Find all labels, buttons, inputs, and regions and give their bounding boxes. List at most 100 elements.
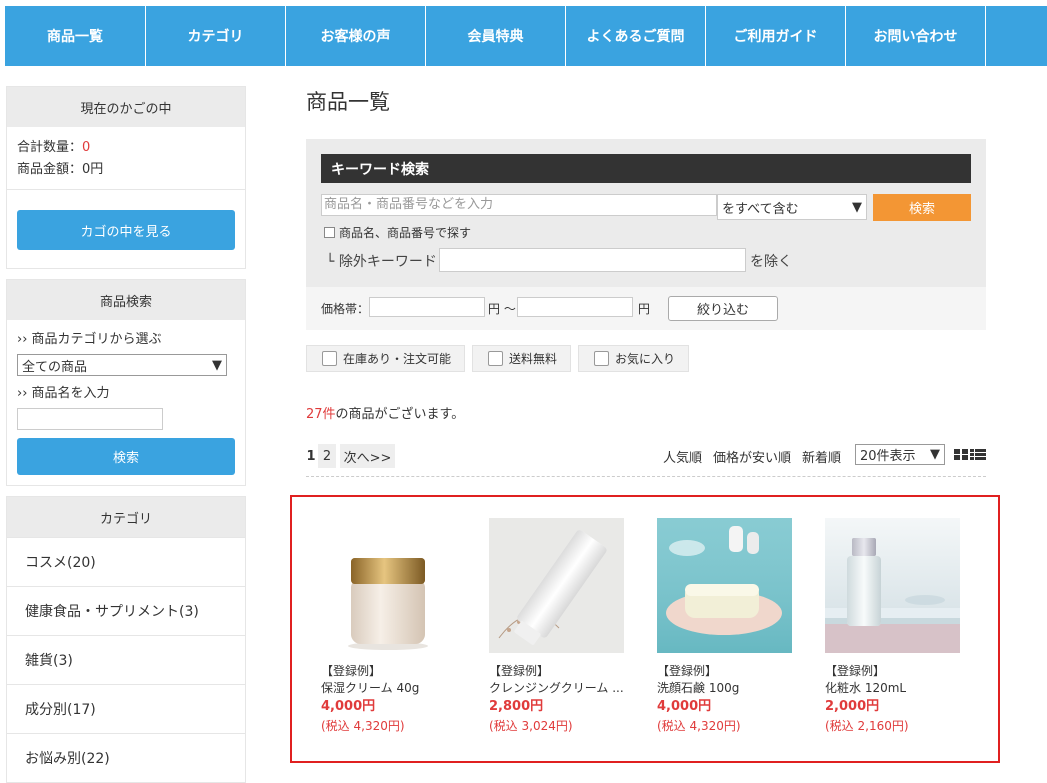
list-view-icon[interactable] [970,449,986,460]
dropdown-arrow-icon: ▼ [930,447,940,462]
product-tax-price: (税込 3,024円) [489,719,573,733]
sort-newest[interactable]: 新着順 [802,447,841,466]
product-price: 2,800円 [489,699,544,714]
sort-popular[interactable]: 人気順 [663,447,702,466]
cart-qty-value: 0 [82,140,91,155]
nav-item-guide[interactable]: ご利用ガイド [706,6,846,66]
filter-apply-button[interactable]: 絞り込む [668,296,778,321]
sort-price-low[interactable]: 価格が安い順 [713,447,791,466]
name-number-checkbox[interactable]: 商品名、商品番号で探す [324,224,471,241]
category-item-concerns[interactable]: お悩み別(22) [7,733,245,782]
product-image-toner-bottle[interactable] [825,518,960,653]
product-image-soap-bar[interactable] [657,518,792,653]
product-card[interactable]: 【登録例】 化粧水 120mL 2,000円 (税込 2,160円) [825,518,965,737]
product-card[interactable]: 【登録例】 保湿クリーム 40g 4,000円 (税込 4,320円) [321,518,461,737]
category-item-goods[interactable]: 雑貨(3) [7,635,245,684]
divider [306,476,986,477]
nav-item-faq[interactable]: よくあるご質問 [566,6,706,66]
product-image-cream-jar[interactable] [321,518,456,653]
result-count-number: 27件 [306,407,336,422]
price-range-separator: 円 ～ [488,302,516,316]
result-count: 27件の商品がございます。 [306,403,464,422]
nav-bar: 商品一覧 カテゴリ お客様の声 会員特典 よくあるご質問 ご利用ガイド お問い合… [0,6,1047,66]
filter-in-stock-label: 在庫あり・注文可能 [343,352,452,366]
product-card[interactable]: 【登録例】 洗顔石鹸 100g 4,000円 (税込 4,320円) [657,518,797,737]
name-number-checkbox-label: 商品名、商品番号で探す [339,226,472,240]
cart-title: 現在のかごの中 [7,87,245,127]
category-select-label: ›› 商品カテゴリから選ぶ [17,332,162,347]
exclude-keyword-suffix: を除く [750,254,792,270]
product-tax-price: (税込 4,320円) [321,719,405,733]
price-max-input[interactable] [517,297,633,317]
pager-page-2[interactable]: 2 [318,444,336,468]
price-unit: 円 [638,302,651,316]
category-list: カテゴリ コスメ(20) 健康食品・サプリメント(3) 雑貨(3) 成分別(17… [6,496,246,783]
product-search-body: ›› 商品カテゴリから選ぶ 全ての商品 ▼ ›› 商品名を入力 検索 [7,320,245,485]
category-list-title: カテゴリ [7,497,245,537]
nav-item-products[interactable]: 商品一覧 [0,6,146,66]
sort-options: 人気順 価格が安い順 新着順 [663,447,852,466]
filter-free-shipping[interactable]: 送料無料 [472,345,572,372]
product-image-cleansing-tube[interactable] [489,518,624,653]
main-content: 商品一覧 キーワード検索 商品名・商品番号などを入力 をすべて含む ▼ 検索 商… [306,86,986,477]
product-name-input[interactable] [17,408,163,430]
exclude-keyword-label: └ 除外キーワード [326,254,437,270]
product-name[interactable]: クレンジングクリーム ... [489,680,629,697]
cart-quantity: 合計数量：0 [17,137,235,159]
product-search: 商品検索 ›› 商品カテゴリから選ぶ 全ての商品 ▼ ›› 商品名を入力 検索 [6,279,246,486]
product-tag: 【登録例】 [825,664,886,678]
cart-summary: 現在のかごの中 合計数量：0 商品金額：0円 カゴの中を見る [6,86,246,269]
filter-favorites[interactable]: お気に入り [578,345,690,372]
cart-amount: 商品金額：0円 [17,162,104,177]
nav-item-categories[interactable]: カテゴリ [146,6,286,66]
keyword-search-button[interactable]: 検索 [873,194,971,221]
nav-item-reviews[interactable]: お客様の声 [286,6,426,66]
pager-next[interactable]: 次へ>> [340,444,395,468]
nav-item-member-benefits[interactable]: 会員特典 [426,6,566,66]
pager-row: 1 2 次へ>> 人気順 価格が安い順 新着順 20件表示 ▼ [306,444,986,472]
product-card[interactable]: 【登録例】 クレンジングクリーム ... 2,800円 (税込 3,024円) [489,518,629,737]
category-item-health-food[interactable]: 健康食品・サプリメント(3) [7,586,245,635]
product-search-title: 商品検索 [7,280,245,320]
keyword-input[interactable]: 商品名・商品番号などを入力 [321,194,717,216]
product-grid: 【登録例】 保湿クリーム 40g 4,000円 (税込 4,320円) 【登録例… [290,495,1000,763]
category-item-ingredients[interactable]: 成分別(17) [7,684,245,733]
cart-qty-label: 合計数量： [17,140,83,155]
product-price: 4,000円 [321,699,376,714]
pager-current-page: 1 [306,448,316,464]
category-select-value: 全ての商品 [22,359,88,375]
filter-toggles: 在庫あり・注文可能 送料無料 お気に入り [306,345,696,372]
name-input-label: ›› 商品名を入力 [17,386,110,401]
keyword-mode-value: をすべて含む [722,201,799,217]
checkbox-icon [322,351,337,366]
side-search-button[interactable]: 検索 [17,438,235,475]
checkbox-icon[interactable] [324,227,335,238]
product-price: 4,000円 [657,699,712,714]
grid-view-icon[interactable] [954,449,968,460]
nav-item-contact[interactable]: お問い合わせ [846,6,986,66]
filter-favorites-label: お気に入り [615,352,676,366]
category-select[interactable]: 全ての商品 ▼ [17,354,227,376]
per-page-select[interactable]: 20件表示 ▼ [855,444,945,465]
sidebar: 現在のかごの中 合計数量：0 商品金額：0円 カゴの中を見る 商品検索 ›› 商… [6,86,246,783]
cart-info: 合計数量：0 商品金額：0円 [7,127,245,190]
checkbox-icon [594,351,610,366]
product-tax-price: (税込 2,160円) [825,719,909,733]
product-tag: 【登録例】 [489,664,550,678]
price-range-label: 価格帯： [321,302,370,316]
result-count-text: の商品がございます。 [335,407,465,422]
view-cart-button[interactable]: カゴの中を見る [17,210,235,250]
product-name[interactable]: 化粧水 120mL [825,680,965,697]
product-tag: 【登録例】 [657,664,718,678]
filter-free-shipping-label: 送料無料 [509,352,558,366]
exclude-keyword-input[interactable] [439,248,746,272]
product-name[interactable]: 洗顔石鹸 100g [657,680,797,697]
category-item-cosmetics[interactable]: コスメ(20) [7,537,245,586]
product-name[interactable]: 保湿クリーム 40g [321,680,461,697]
price-min-input[interactable] [369,297,485,317]
product-tax-price: (税込 4,320円) [657,719,741,733]
filter-in-stock[interactable]: 在庫あり・注文可能 [306,345,466,372]
product-price: 2,000円 [825,699,880,714]
keyword-mode-select[interactable]: をすべて含む ▼ [717,194,867,220]
top-navigation: 商品一覧 カテゴリ お客様の声 会員特典 よくあるご質問 ご利用ガイド お問い合… [0,0,1047,66]
